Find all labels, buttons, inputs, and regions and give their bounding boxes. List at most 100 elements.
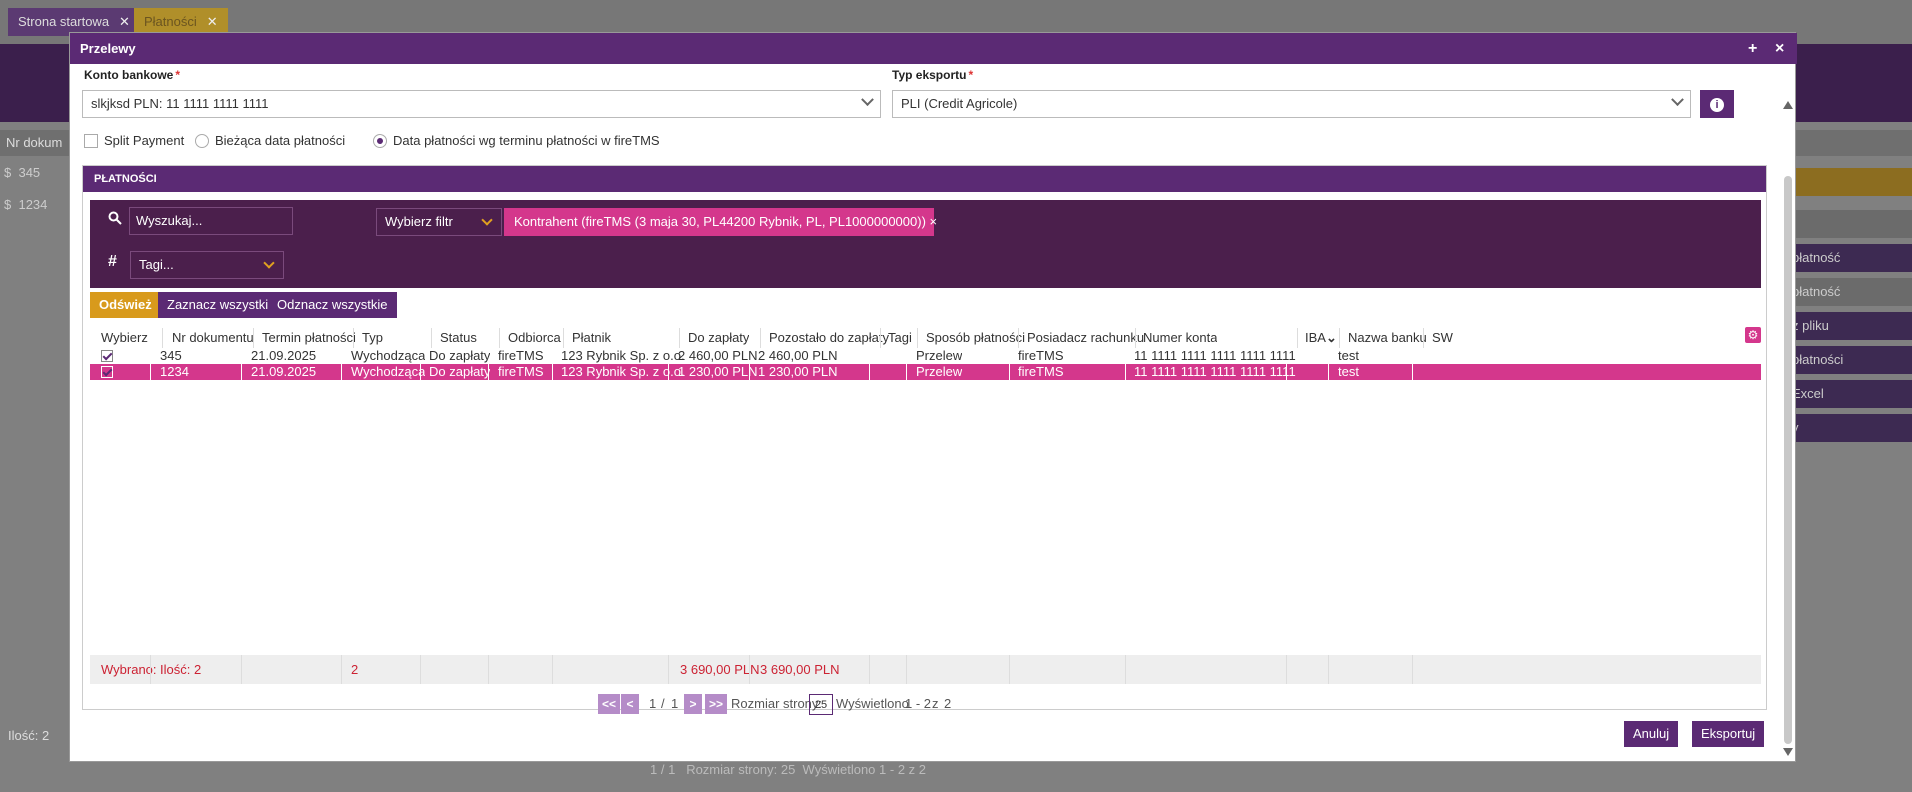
table-row[interactable]: 345 21.09.2025 Wychodząca Do zapłaty fir… [90, 348, 1761, 364]
background-pager-count: 2 [918, 762, 927, 777]
tab-home-label: Strona startowa [18, 14, 110, 29]
close-icon[interactable]: ✕ [119, 14, 130, 29]
cell-method: Przelew [916, 364, 963, 379]
background-side-button [1782, 168, 1912, 196]
bank-account-value: slkjksd PLN: 11 1111 1111 1111 [91, 96, 269, 111]
cell-due: 2 460,00 PLN [678, 348, 758, 363]
tags-select[interactable]: Tagi... [130, 251, 284, 279]
column-settings-icon[interactable]: ⚙ [1745, 327, 1761, 343]
scrollbar-thumb[interactable] [1784, 176, 1792, 744]
chevron-down-icon [861, 93, 874, 107]
shown-range: 1 - 2 [905, 696, 932, 711]
column-header[interactable]: Tagi [888, 330, 912, 345]
background-side-button: z pliku [1782, 312, 1912, 340]
bank-account-select[interactable]: slkjksd PLN: 11 1111 1111 1111 [82, 90, 881, 118]
current-date-option[interactable]: Bieżąca data płatności [195, 133, 345, 148]
cell-method: Przelew [916, 348, 963, 363]
first-page-button[interactable]: << [598, 694, 620, 714]
term-date-option[interactable]: Data płatności wg terminu płatności w fi… [373, 133, 660, 148]
cell-remaining: 2 460,00 PLN [758, 348, 838, 363]
panel-title: PŁATNOŚCI [83, 166, 1766, 192]
pagination: << < 1 / 1 > >> Rozmiar strony: 25 Wyświ… [83, 694, 1768, 716]
search-icon [108, 211, 122, 225]
row-checkbox[interactable] [101, 350, 113, 362]
next-page-button[interactable]: > [684, 694, 702, 714]
background-side-button: y [1782, 414, 1912, 442]
background-side-button: płatność [1782, 278, 1912, 306]
deselect-all-button[interactable]: Odznacz wszystkie [268, 292, 397, 318]
export-type-value: PLI (Credit Agricole) [901, 96, 1018, 111]
split-payment-label: Split Payment [104, 133, 185, 148]
background-side-button: płatność [1782, 244, 1912, 272]
cell-recipient: fireTMS [498, 364, 544, 379]
export-type-select[interactable]: PLI (Credit Agricole) [892, 90, 1691, 118]
scroll-up-icon[interactable] [1783, 101, 1793, 109]
column-header[interactable]: Wybierz [101, 330, 148, 345]
export-button[interactable]: Eksportuj [1692, 721, 1765, 747]
filter-bar: Wyszukaj... Wybierz filtr Kontrahent (fi… [90, 200, 1761, 288]
prev-page-button[interactable]: < [621, 694, 639, 714]
refresh-button[interactable]: Odśwież [90, 292, 161, 318]
background-pager-of: z [908, 762, 916, 777]
cancel-button[interactable]: Anuluj [1624, 721, 1679, 747]
column-header[interactable]: Status [440, 330, 477, 345]
row-checkbox[interactable] [101, 366, 113, 378]
cell-term: 21.09.2025 [251, 364, 317, 379]
cell-bank: test [1338, 364, 1359, 379]
close-icon[interactable]: × [1775, 33, 1784, 64]
summary-due: 3 690,00 PLN [680, 662, 760, 677]
required-marker: * [175, 68, 181, 82]
column-header[interactable]: Posiadacz rachunku [1027, 330, 1144, 345]
term-date-radio[interactable] [373, 134, 387, 148]
column-header[interactable]: SWIF [1432, 330, 1454, 345]
search-input[interactable]: Wyszukaj... [129, 207, 293, 235]
column-header[interactable]: Numer konta [1143, 330, 1217, 345]
background-row: $ 345 [4, 165, 41, 180]
maximize-icon[interactable]: + [1748, 33, 1757, 64]
tab-payments-label: Płatności [144, 14, 197, 29]
select-all-button[interactable]: Zaznacz wszystkie [158, 292, 285, 318]
column-header[interactable]: Sposób płatności [926, 330, 1025, 345]
page-size-input[interactable]: 25 [809, 694, 833, 715]
background-pager-range: 1 - 2 [879, 762, 906, 777]
column-header[interactable]: Do zapłaty [688, 330, 749, 345]
background-pager-size-label: Rozmiar strony: [686, 762, 778, 777]
table-row[interactable]: 1234 21.09.2025 Wychodząca Do zapłaty fi… [90, 364, 1761, 380]
contractor-filter-chip[interactable]: Kontrahent (fireTMS (3 maja 30, PL44200 … [504, 208, 937, 236]
column-header[interactable]: Odbiorca [508, 330, 561, 345]
cell-account: 11 1111 1111 1111 1111 1111 [1134, 364, 1296, 379]
background-row-label: 345 [18, 165, 41, 180]
cell-due: 1 230,00 PLN [678, 364, 758, 379]
current-date-radio[interactable] [195, 134, 209, 148]
chevron-down-icon[interactable]: ⌄ [1326, 330, 1337, 346]
column-header[interactable]: Nazwa banku [1348, 330, 1427, 345]
background-pager: 1 / 1 Rozmiar strony: 25 Wyświetlono 1 -… [650, 762, 926, 777]
transfers-modal: Przelewy + × Konto bankowe * slkjksd PLN:… [69, 32, 1797, 762]
column-header[interactable]: Nr dokumentu [172, 330, 254, 345]
cell-payer: 123 Rybnik Sp. z o.o. [561, 364, 685, 379]
last-page-button[interactable]: >> [705, 694, 727, 714]
filter-select[interactable]: Wybierz filtr [376, 208, 502, 236]
column-header[interactable]: Płatnik [572, 330, 611, 345]
vertical-scrollbar[interactable] [1782, 71, 1794, 761]
cell-type: Wychodząca [351, 348, 426, 363]
scroll-down-icon[interactable] [1783, 748, 1793, 756]
summary-type-count: 2 [351, 662, 359, 677]
info-button[interactable]: i [1700, 90, 1734, 118]
column-header[interactable]: Termin płatności [262, 330, 356, 345]
background-row-label: 1234 [18, 197, 48, 212]
cell-term: 21.09.2025 [251, 348, 317, 363]
current-date-label: Bieżąca data płatności [215, 133, 346, 148]
cell-nr: 345 [160, 348, 182, 363]
column-header[interactable]: IBA [1305, 330, 1327, 345]
cell-holder: fireTMS [1018, 348, 1064, 363]
split-payment-option[interactable]: Split Payment [84, 133, 184, 148]
column-header[interactable]: Pozostało do zapłaty [769, 330, 889, 345]
background-side-button [1782, 210, 1912, 238]
bank-account-label: Konto bankowe * [84, 68, 180, 82]
split-payment-checkbox[interactable] [84, 134, 98, 148]
column-header[interactable]: Typ [362, 330, 383, 345]
close-icon[interactable]: ✕ [207, 14, 218, 29]
bank-account-label-text: Konto bankowe [84, 68, 174, 82]
export-type-label-text: Typ eksportu [892, 68, 967, 82]
